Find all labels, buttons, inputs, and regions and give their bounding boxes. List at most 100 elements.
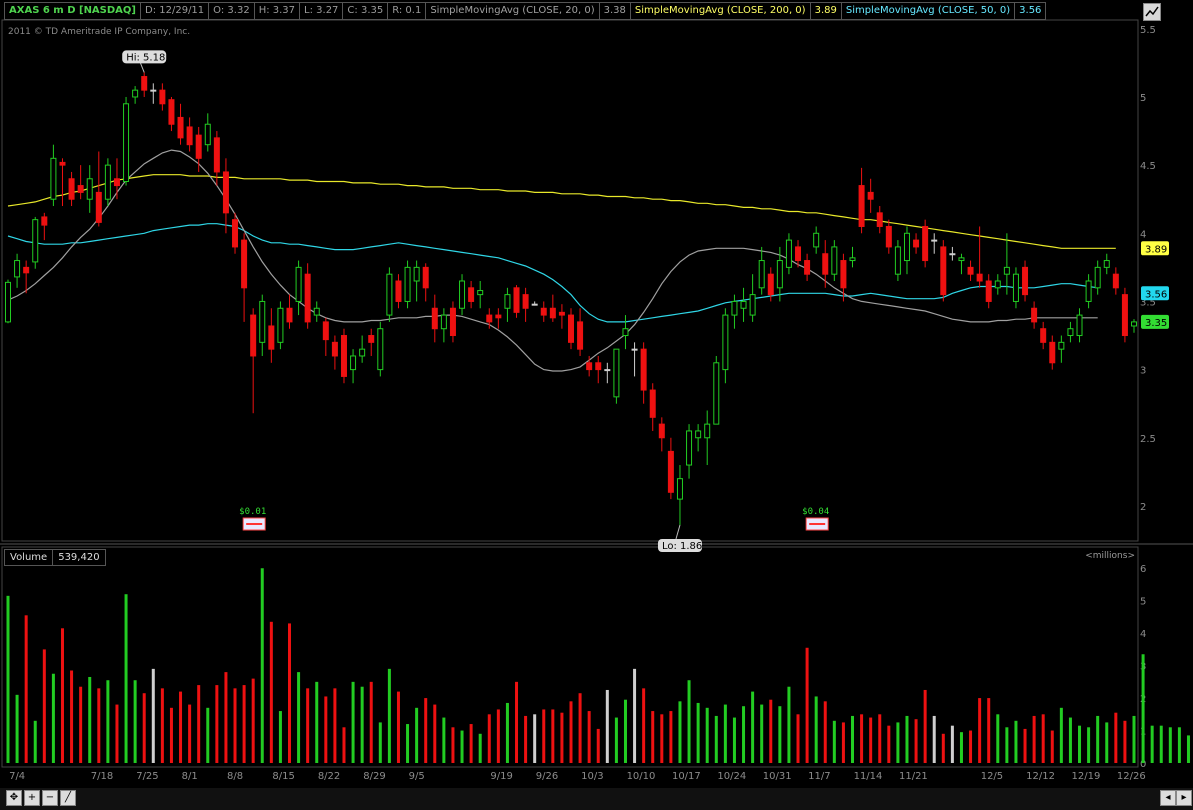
volume-bar[interactable] xyxy=(841,722,845,763)
candle-body[interactable] xyxy=(50,157,57,200)
volume-bar[interactable] xyxy=(1132,715,1136,763)
volume-bar[interactable] xyxy=(587,711,591,763)
candle-body[interactable] xyxy=(922,225,929,262)
volume-bar[interactable] xyxy=(524,715,528,763)
volume-bar[interactable] xyxy=(60,628,64,763)
candle-body[interactable] xyxy=(23,266,30,274)
candle-body[interactable] xyxy=(722,314,729,371)
volume-bar[interactable] xyxy=(887,725,891,763)
candle-body[interactable] xyxy=(985,280,992,302)
volume-bar[interactable] xyxy=(751,691,755,763)
volume-bar[interactable] xyxy=(1159,725,1163,763)
candle-body[interactable] xyxy=(840,260,847,289)
candle-body[interactable] xyxy=(776,260,783,289)
zoom-in-icon[interactable]: + xyxy=(24,790,40,806)
volume-bar[interactable] xyxy=(169,707,173,763)
candle-body[interactable] xyxy=(495,314,502,319)
volume-bar[interactable] xyxy=(442,717,446,763)
candle-body[interactable] xyxy=(440,314,447,330)
candle-body[interactable] xyxy=(459,280,466,309)
candle-body[interactable] xyxy=(104,164,111,200)
candle-body[interactable] xyxy=(676,478,683,500)
volume-bar[interactable] xyxy=(1096,715,1100,763)
volume-bar[interactable] xyxy=(251,678,255,763)
candle-body[interactable] xyxy=(232,219,239,248)
candle-body[interactable] xyxy=(350,355,357,371)
candle-body[interactable] xyxy=(822,253,829,275)
volume-bar[interactable] xyxy=(778,706,782,763)
volume-bar[interactable] xyxy=(1168,727,1172,763)
candle-body[interactable] xyxy=(622,328,629,337)
candle-body[interactable] xyxy=(1076,314,1083,337)
candle-body[interactable] xyxy=(767,273,774,296)
volume-bar[interactable] xyxy=(451,727,455,763)
volume-bar[interactable] xyxy=(324,696,328,763)
volume-bar[interactable] xyxy=(996,714,1000,763)
candle-body[interactable] xyxy=(795,246,802,262)
volume-bar[interactable] xyxy=(705,707,709,763)
candle-body[interactable] xyxy=(885,225,892,248)
volume-bar[interactable] xyxy=(596,728,600,763)
candle-body[interactable] xyxy=(14,260,21,278)
volume-bar[interactable] xyxy=(1114,712,1118,763)
volume-bar[interactable] xyxy=(723,704,727,763)
volume-bar[interactable] xyxy=(433,704,437,763)
candle-body[interactable] xyxy=(1022,266,1029,296)
volume-bar[interactable] xyxy=(1005,727,1009,763)
candle-body[interactable] xyxy=(631,348,638,351)
candle-body[interactable] xyxy=(931,239,938,242)
volume-bar[interactable] xyxy=(742,706,746,763)
volume-bar[interactable] xyxy=(1141,654,1145,763)
candle-body[interactable] xyxy=(422,266,429,289)
volume-bar[interactable] xyxy=(215,685,219,763)
candle-body[interactable] xyxy=(1012,273,1019,302)
volume-bar[interactable] xyxy=(651,711,655,763)
volume-bar[interactable] xyxy=(614,717,618,763)
volume-bar[interactable] xyxy=(851,715,854,763)
volume-bar[interactable] xyxy=(796,714,800,763)
candle-body[interactable] xyxy=(740,300,747,309)
volume-bar[interactable] xyxy=(288,623,291,763)
pan-icon[interactable]: ✥ xyxy=(6,790,22,806)
candle-body[interactable] xyxy=(32,219,39,263)
volume-bar[interactable] xyxy=(923,689,927,763)
symbol-label[interactable]: AXAS 6 m D [NASDAQ] xyxy=(4,2,141,20)
candle-body[interactable] xyxy=(695,430,702,439)
candle-body[interactable] xyxy=(395,280,402,302)
volume-bar[interactable] xyxy=(1059,707,1063,763)
candle-body[interactable] xyxy=(449,307,456,337)
candle-body[interactable] xyxy=(132,89,139,98)
candle-body[interactable] xyxy=(41,216,48,226)
candle-body[interactable] xyxy=(141,76,148,91)
volume-bar[interactable] xyxy=(914,719,918,763)
volume-bar[interactable] xyxy=(342,727,346,763)
volume-bar[interactable] xyxy=(478,733,482,763)
volume-bar[interactable] xyxy=(406,724,410,763)
candle-body[interactable] xyxy=(658,423,665,439)
volume-bar[interactable] xyxy=(878,714,882,763)
volume-bar[interactable] xyxy=(1023,728,1027,763)
candle-body[interactable] xyxy=(150,89,157,92)
volume-bar[interactable] xyxy=(188,704,192,763)
candle-body[interactable] xyxy=(1103,260,1110,268)
volume-bar[interactable] xyxy=(941,733,945,763)
volume-bar[interactable] xyxy=(496,709,500,763)
candle-body[interactable] xyxy=(1058,341,1065,350)
volume-bar[interactable] xyxy=(1078,725,1082,763)
volume-bar[interactable] xyxy=(978,698,982,763)
volume-bar[interactable] xyxy=(1068,717,1072,763)
volume-bar[interactable] xyxy=(1087,727,1091,763)
candle-body[interactable] xyxy=(268,325,275,350)
volume-bar[interactable] xyxy=(814,696,818,763)
candle-body[interactable] xyxy=(204,123,211,146)
volume-bar[interactable] xyxy=(1014,720,1018,763)
volume-bar[interactable] xyxy=(787,686,791,763)
candle-body[interactable] xyxy=(168,99,175,125)
volume-bar[interactable] xyxy=(505,702,509,763)
candle-body[interactable] xyxy=(213,137,220,173)
candle-body[interactable] xyxy=(976,273,983,282)
candle-body[interactable] xyxy=(259,300,266,343)
ma200-study-label[interactable]: SimpleMovingAvg (CLOSE, 200, 0) xyxy=(630,2,811,20)
candle-body[interactable] xyxy=(577,321,584,350)
volume-bar[interactable] xyxy=(732,717,736,763)
